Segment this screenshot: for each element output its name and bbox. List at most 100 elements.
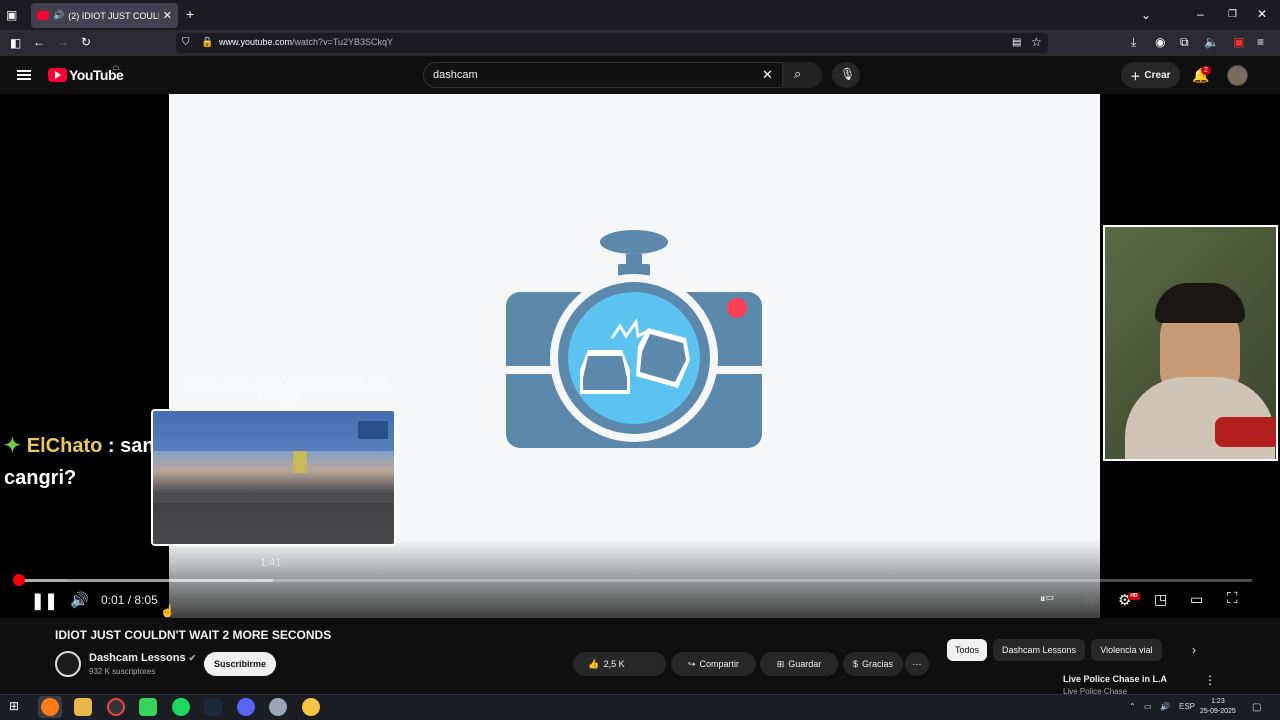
create-label: Crear xyxy=(1144,69,1171,81)
theater-mode-icon[interactable]: ▭ xyxy=(1190,591,1203,608)
fullscreen-icon[interactable]: ⛶ xyxy=(1227,590,1238,607)
save-button[interactable]: ⊞ Guardar xyxy=(760,652,838,676)
seek-preview-time: 1:41 xyxy=(260,557,282,569)
clear-search-icon[interactable]: ✕ xyxy=(762,68,773,82)
windows-taskbar xyxy=(0,694,1280,720)
firefox-icon[interactable] xyxy=(41,698,59,716)
subscribe-button[interactable]: Suscribirme xyxy=(204,652,276,676)
notification-center-icon[interactable]: ▢ xyxy=(1252,702,1261,713)
recommended-menu-icon[interactable]: ⋮ xyxy=(1204,673,1216,687)
streamer-webcam-overlay xyxy=(1103,225,1278,461)
forward-arrow-icon[interactable]: → xyxy=(57,35,69,49)
url-text[interactable]: www.youtube.com/watch?v=Tu2YB3SCkqY xyxy=(219,37,393,47)
lock-icon[interactable]: 🔒 xyxy=(201,36,213,50)
channel-name[interactable]: Dashcam Lessons ✔ xyxy=(89,652,196,664)
user-avatar[interactable] xyxy=(1227,65,1248,86)
tab-title: (2) IDIOT JUST COULDN'T WAIT 2 MORE SECO… xyxy=(68,10,159,21)
scrubber-handle[interactable] xyxy=(13,574,25,586)
sidebar-toggle-icon[interactable]: ◧ xyxy=(10,36,21,50)
dashcam-logo-icon xyxy=(506,230,762,448)
reload-icon[interactable]: ↻ xyxy=(81,35,91,49)
kick-icon[interactable] xyxy=(139,698,157,716)
extensions-icon[interactable]: ⧉ xyxy=(1180,35,1189,49)
search-icon: ⌕ xyxy=(794,66,802,81)
tab-audio-icon[interactable]: 🔊 xyxy=(53,10,64,21)
autoplay-toggle-icon[interactable]: ⏸▭ xyxy=(1040,593,1054,606)
time-display: 0:01 / 8:05 xyxy=(101,593,158,607)
guide-menu-icon[interactable] xyxy=(17,70,31,80)
file-explorer-icon[interactable] xyxy=(74,698,92,716)
hd-badge: HD xyxy=(1128,593,1140,600)
vpn-shield-icon[interactable] xyxy=(269,698,287,716)
create-button[interactable]: ＋ Crear xyxy=(1121,62,1180,88)
downloads-icon[interactable]: ⤓ xyxy=(1131,35,1136,49)
tray-network-icon[interactable]: ▭ xyxy=(1144,702,1152,711)
windows-start-icon[interactable]: ⊞ xyxy=(9,699,19,713)
app-icon[interactable] xyxy=(302,698,320,716)
thanks-button[interactable]: $ Gracias xyxy=(843,652,903,676)
video-title: IDIOT JUST COULDN'T WAIT 2 MORE SECONDS xyxy=(55,628,332,642)
reader-view-icon[interactable]: ▤ xyxy=(1012,36,1021,50)
spotify-icon[interactable] xyxy=(172,698,190,716)
discord-icon[interactable] xyxy=(237,698,255,716)
bookmark-star-icon[interactable]: ☆ xyxy=(1031,35,1042,49)
thanks-icon: $ xyxy=(852,659,858,669)
duration: 8:05 xyxy=(134,593,158,607)
tab-list-icon[interactable]: ▣ xyxy=(6,8,17,22)
back-arrow-icon[interactable]: ← xyxy=(33,35,45,49)
chip-all[interactable]: Todos xyxy=(947,639,987,661)
extension-badge-icon[interactable]: ▣ xyxy=(1233,35,1244,49)
chat-badge-icon: ✦ xyxy=(4,435,21,457)
search-input[interactable] xyxy=(433,69,733,81)
youtube-logo-icon[interactable] xyxy=(48,68,67,82)
tray-chevron-up-icon[interactable]: ⌃ xyxy=(1129,702,1136,711)
notification-badge: 2 xyxy=(1201,66,1211,75)
miniplayer-icon[interactable]: ◳ xyxy=(1154,591,1167,608)
mouse-cursor-icon: ☝ xyxy=(160,604,175,618)
window-restore-icon[interactable]: ❐ xyxy=(1228,8,1237,22)
progress-buffered xyxy=(19,579,67,582)
pause-icon[interactable]: ❚❚ xyxy=(31,591,58,611)
current-time: 0:01 xyxy=(101,593,125,607)
like-dislike-button[interactable]: 👍 2,5 K xyxy=(573,652,666,676)
chip-dashcam-lessons[interactable]: Dashcam Lessons xyxy=(993,639,1085,661)
window-close-icon[interactable]: ✕ xyxy=(1257,7,1267,21)
language-indicator[interactable]: ESP xyxy=(1179,702,1195,711)
obs-icon[interactable] xyxy=(107,698,125,716)
country-code: CL xyxy=(113,66,121,72)
subtitles-icon[interactable]: ▭ xyxy=(1083,593,1094,607)
microphone-icon: 🎙 xyxy=(840,67,856,81)
new-tab-icon[interactable]: + xyxy=(186,7,194,21)
search-button[interactable] xyxy=(782,62,822,88)
recommended-video-title[interactable]: Live Police Chase in L.A xyxy=(1063,674,1167,684)
like-count: 2,5 K xyxy=(603,659,625,669)
plus-icon: ＋ xyxy=(1130,71,1141,83)
more-actions-icon[interactable]: ⋯ xyxy=(905,652,929,676)
youtube-favicon-icon xyxy=(37,11,49,20)
taskbar-clock[interactable]: 1:23 25-09-2025 xyxy=(1200,697,1236,717)
chip-road-violence[interactable]: Violencia vial xyxy=(1091,639,1162,661)
verified-icon: ✔ xyxy=(188,653,197,663)
tab-overflow-chevron-down-icon[interactable]: ⌄ xyxy=(1141,8,1151,22)
browser-tab-active[interactable]: 🔊 (2) IDIOT JUST COULDN'T WAIT 2 MORE SE… xyxy=(31,3,178,28)
save-icon: ⊞ xyxy=(776,658,785,669)
menu-icon[interactable]: ≡ xyxy=(1257,35,1264,49)
volume-icon[interactable]: 🔊 xyxy=(70,591,89,609)
tray-volume-icon[interactable]: 🔊 xyxy=(1160,702,1170,711)
chat-username: ElChato xyxy=(26,435,103,457)
speaker-extension-icon[interactable]: 🔈 xyxy=(1204,35,1219,49)
channel-avatar[interactable] xyxy=(55,651,81,677)
subscriber-count: 932 K suscriptores xyxy=(89,667,156,676)
thumbs-up-icon: 👍 xyxy=(588,658,600,669)
progress-hover xyxy=(67,579,273,582)
seek-preview-thumbnail xyxy=(151,409,396,546)
search-hint-text: ⌃ Arrastra hacia arriba para búsquedas m… xyxy=(171,378,389,404)
chips-next-chevron-icon[interactable]: › xyxy=(1192,643,1196,657)
share-icon: ↪ xyxy=(687,658,696,669)
window-minimize-icon[interactable]: – xyxy=(1197,7,1204,21)
account-icon[interactable]: ◉ xyxy=(1155,35,1165,49)
share-button[interactable]: ↪ Compartir xyxy=(671,652,756,676)
shield-icon[interactable]: ⛉ xyxy=(182,36,190,50)
steam-icon[interactable] xyxy=(204,698,222,716)
tab-close-icon[interactable]: ✕ xyxy=(163,9,172,22)
